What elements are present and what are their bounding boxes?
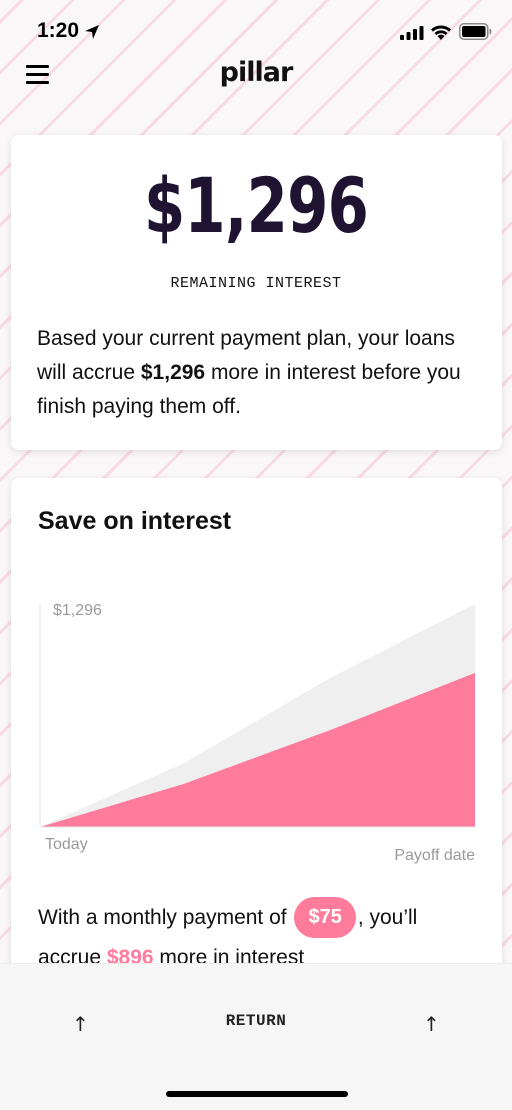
x-end-label: Payoff date <box>394 847 475 864</box>
bottom-bar <box>0 963 512 1110</box>
payment-amount-pill[interactable]: $75 <box>294 897 356 938</box>
remaining-interest-label: REMAINING INTEREST <box>170 275 342 292</box>
x-start-label: Today <box>45 836 88 853</box>
monthly-payment-text: With a monthly payment of $75, you’ll <box>38 897 488 939</box>
payment-prefix: With a monthly payment of <box>38 906 293 929</box>
summary-amount: $1,296 <box>140 361 206 384</box>
home-indicator[interactable] <box>166 1091 348 1097</box>
section-title: Save on interest <box>38 507 232 535</box>
battery-icon <box>459 23 492 40</box>
payment-suffix: , you’ll <box>357 906 418 929</box>
brand-logo: pillar <box>219 57 294 88</box>
remaining-interest-amount: $1,296 <box>143 161 369 250</box>
status-time: 1:20 <box>37 19 80 42</box>
location-arrow-icon <box>85 25 99 39</box>
next-arrow-icon[interactable]: ↑ <box>423 1012 440 1036</box>
y-max-label: $1,296 <box>53 602 102 619</box>
interest-summary-text: Based your current payment plan, your lo… <box>37 322 477 424</box>
status-bar: 1:20 <box>0 0 512 60</box>
cellular-signal-icon <box>400 26 424 40</box>
wifi-icon <box>431 25 451 40</box>
